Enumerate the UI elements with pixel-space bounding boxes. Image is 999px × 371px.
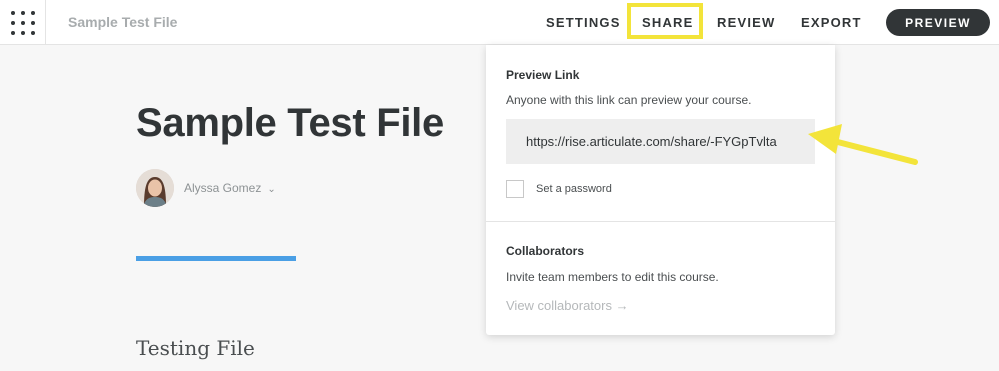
author-name[interactable]: Alyssa Gomez ⌄ [184, 181, 276, 195]
section-title: Testing File [136, 336, 255, 360]
set-password-checkbox[interactable] [506, 180, 524, 198]
app-menu-grid-icon[interactable] [0, 0, 46, 45]
share-highlight-box [627, 3, 703, 39]
collaborators-heading: Collaborators [506, 244, 585, 258]
file-title: Sample Test File [68, 14, 178, 30]
dropdown-divider [486, 221, 835, 222]
nav-export[interactable]: EXPORT [801, 15, 862, 30]
author-name-text: Alyssa Gomez [184, 181, 262, 195]
accent-divider [136, 256, 296, 261]
annotation-arrow-icon [808, 124, 918, 165]
preview-button[interactable]: PREVIEW [886, 9, 990, 36]
top-bar: Sample Test File SETTINGS SHARE REVIEW E… [0, 0, 999, 45]
preview-link-heading: Preview Link [506, 68, 580, 82]
view-collaborators-link[interactable]: View collaborators → [506, 298, 629, 313]
nav-settings[interactable]: SETTINGS [546, 15, 621, 30]
share-dropdown: Preview Link Anyone with this link can p… [486, 45, 835, 335]
set-password-label: Set a password [536, 183, 612, 195]
preview-link-description: Anyone with this link can preview your c… [506, 93, 752, 107]
preview-link-field[interactable]: https://rise.articulate.com/share/-FYGpT… [506, 119, 815, 164]
nav-review[interactable]: REVIEW [717, 15, 775, 30]
course-title: Sample Test File [136, 101, 444, 145]
chevron-down-icon: ⌄ [267, 184, 276, 195]
collaborators-description: Invite team members to edit this course. [506, 270, 719, 284]
author-avatar [136, 169, 174, 207]
